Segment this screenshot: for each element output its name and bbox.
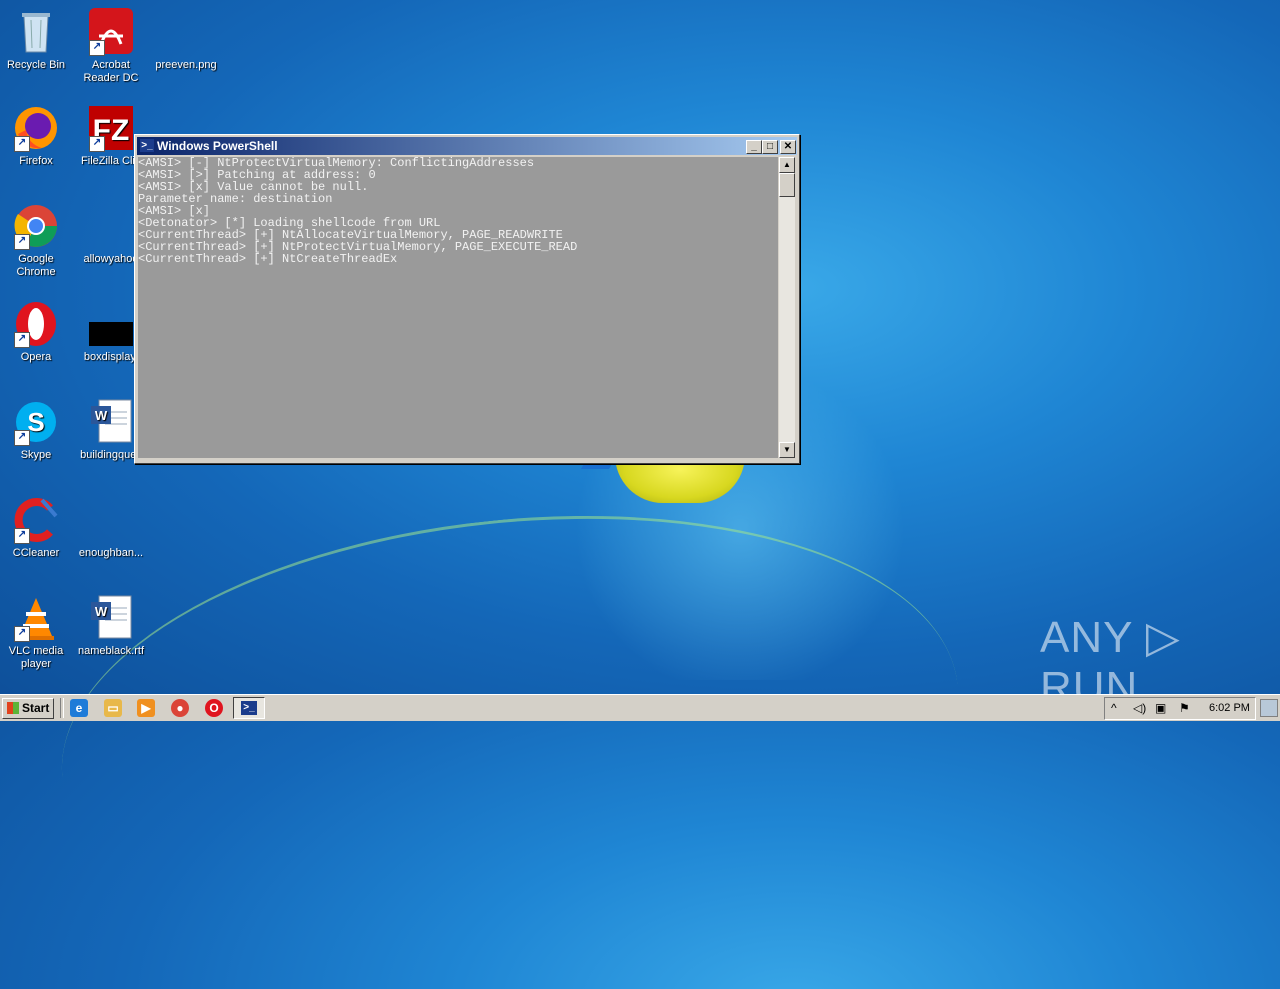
acrobat-reader-icon: ↗ [87, 8, 135, 56]
desktop-icon-label: preeven.png [155, 59, 217, 71]
image-file-icon [162, 8, 210, 56]
svg-text:W: W [95, 408, 108, 423]
shortcut-arrow-icon: ↗ [14, 136, 30, 152]
ccleaner-icon: ↗ [12, 496, 60, 544]
desktop-icon-label: nameblack.rtf [77, 645, 145, 657]
powershell-icon: >_ [140, 139, 154, 152]
scroll-up-button[interactable]: ▲ [779, 157, 795, 173]
maximize-button[interactable]: □ [762, 140, 778, 154]
desktop-icon-label: enoughban... [78, 547, 144, 559]
scroll-down-button[interactable]: ▼ [779, 442, 795, 458]
desktop-icon-label: Firefox [19, 155, 53, 167]
windows-logo-icon [7, 702, 19, 714]
network-icon[interactable]: ▣ [1155, 701, 1166, 715]
powershell-window[interactable]: >_ Windows PowerShell _ □ ✕ <AMSI> [-] N… [134, 134, 800, 464]
window-title: Windows PowerShell [157, 139, 278, 153]
recycle-bin-icon [12, 8, 60, 56]
desktop-icon-opera[interactable]: ↗ Opera [1, 300, 71, 364]
shortcut-arrow-icon: ↗ [14, 430, 30, 446]
shortcut-arrow-icon: ↗ [89, 136, 105, 152]
image-file-icon [87, 300, 135, 348]
desktop-icon-label: Google Chrome [16, 253, 56, 278]
start-button[interactable]: Start [2, 698, 54, 719]
word-document-icon: W [87, 594, 135, 642]
blank-file-icon [87, 496, 135, 544]
shortcut-arrow-icon: ↗ [14, 234, 30, 250]
svg-text:W: W [95, 604, 108, 619]
desktop-icon-label: CCleaner [12, 547, 60, 559]
scroll-thumb[interactable] [779, 173, 795, 197]
blank-file-icon [87, 202, 135, 250]
close-button[interactable]: ✕ [780, 140, 796, 154]
desktop-icon-label: VLC media player [8, 645, 64, 670]
vlc-icon: ↗ [12, 594, 60, 642]
shortcut-arrow-icon: ↗ [14, 332, 30, 348]
minimize-button[interactable]: _ [746, 140, 762, 154]
shortcut-arrow-icon: ↗ [14, 528, 30, 544]
shortcut-arrow-icon: ↗ [89, 40, 105, 56]
desktop-icon-label: Acrobat Reader DC [83, 59, 139, 84]
system-tray: ^ ◁) ▣ ⚑ 6:02 PM [1104, 697, 1256, 720]
powershell-icon: >_ [241, 701, 257, 715]
desktop-icon-nameblack[interactable]: W nameblack.rtf [76, 594, 146, 658]
show-desktop-button[interactable] [1260, 699, 1278, 717]
desktop-icon-ccleaner[interactable]: ↗ CCleaner [1, 496, 71, 560]
console-line: <CurrentThread> [+] NtCreateThreadEx [138, 252, 398, 266]
desktop-icon-enoughban[interactable]: enoughban... [76, 496, 146, 560]
clock[interactable]: 6:02 PM [1209, 702, 1250, 714]
chrome-icon[interactable]: ● [171, 699, 189, 717]
desktop-icon-label: Skype [20, 449, 52, 461]
desktop-icon-firefox[interactable]: ↗ Firefox [1, 104, 71, 168]
vertical-scrollbar[interactable]: ▲ ▼ [779, 157, 795, 458]
explorer-folder-icon[interactable]: ▭ [104, 699, 122, 717]
skype-icon: S ↗ [12, 398, 60, 446]
flag-icon[interactable]: ⚑ [1179, 701, 1190, 715]
desktop-icon-label: Opera [20, 351, 52, 363]
console-output[interactable]: <AMSI> [-] NtProtectVirtualMemory: Confl… [138, 157, 778, 458]
window-titlebar[interactable]: >_ Windows PowerShell _ □ ✕ [137, 137, 797, 155]
word-document-icon: W [87, 398, 135, 446]
taskbar: Start e ▭ ▶ ● O >_ ^ ◁) ▣ ⚑ 6:02 PM [0, 694, 1280, 721]
chrome-icon: ↗ [12, 202, 60, 250]
desktop-icon-acrobat[interactable]: ↗ Acrobat Reader DC [76, 8, 146, 85]
desktop-icon-preeven[interactable]: preeven.png [151, 8, 221, 72]
opera-icon: ↗ [12, 300, 60, 348]
chevron-up-icon[interactable]: ^ [1111, 701, 1117, 715]
desktop-icon-skype[interactable]: S ↗ Skype [1, 398, 71, 462]
desktop-icon-recycle-bin[interactable]: Recycle Bin [1, 8, 71, 72]
desktop-icon-google-chrome[interactable]: ↗ Google Chrome [1, 202, 71, 279]
media-player-icon[interactable]: ▶ [137, 699, 155, 717]
console-line: Parameter name: destination [138, 192, 333, 206]
taskbar-separator [60, 698, 64, 718]
taskbar-powershell-button[interactable]: >_ [233, 697, 265, 719]
shortcut-arrow-icon: ↗ [14, 626, 30, 642]
internet-explorer-icon[interactable]: e [70, 699, 88, 717]
firefox-icon: ↗ [12, 104, 60, 152]
filezilla-icon: FZ ↗ [87, 104, 135, 152]
speaker-icon[interactable]: ◁) [1133, 701, 1146, 715]
start-label: Start [22, 701, 50, 715]
opera-icon[interactable]: O [205, 699, 223, 717]
desktop-icon-label: Recycle Bin [6, 59, 66, 71]
desktop-icon-vlc[interactable]: ↗ VLC media player [1, 594, 71, 671]
